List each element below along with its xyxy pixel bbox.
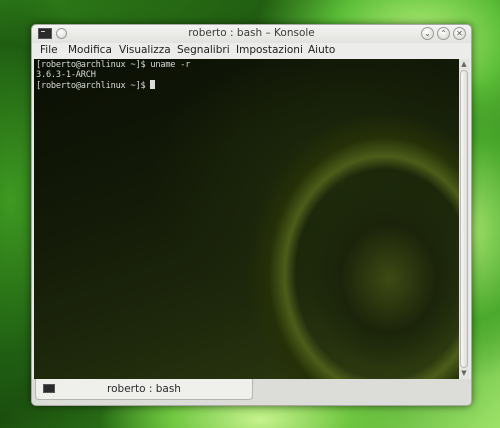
menu-visualizza[interactable]: Visualizza	[119, 44, 171, 56]
close-icon: ✕	[456, 29, 463, 38]
terminal-prompt: [roberto@archlinux ~]$	[36, 81, 151, 91]
minimize-button[interactable]: ⌄	[421, 27, 434, 40]
scroll-up-icon[interactable]: ▲	[460, 60, 468, 68]
vertical-scrollbar[interactable]: ▲ ▼	[459, 59, 469, 379]
tab-label: roberto : bash	[107, 383, 181, 395]
tab-bar: roberto : bash	[32, 379, 471, 405]
maximize-button[interactable]: ⌃	[437, 27, 450, 40]
terminal-line: [roberto@archlinux ~]$ uname -r	[36, 60, 191, 70]
terminal-prompt-line: [roberto@archlinux ~]$	[36, 80, 156, 91]
menu-bar: File Modifica Visualizza Segnalibri Impo…	[32, 43, 471, 59]
terminal-area[interactable]: [roberto@archlinux ~]$ uname -r 3.6.3-1-…	[34, 59, 459, 379]
menu-impostazioni[interactable]: Impostazioni	[236, 44, 303, 56]
tab-roberto-bash[interactable]: roberto : bash	[35, 379, 253, 400]
menu-modifica[interactable]: Modifica	[68, 44, 112, 56]
terminal-cursor	[150, 80, 156, 89]
title-bar[interactable]: roberto : bash – Konsole ⌄ ⌃ ✕	[32, 25, 471, 43]
menu-segnalibri[interactable]: Segnalibri	[177, 44, 230, 56]
konsole-window: roberto : bash – Konsole ⌄ ⌃ ✕ File Modi…	[31, 24, 472, 406]
close-button[interactable]: ✕	[453, 27, 466, 40]
terminal-line: 3.6.3-1-ARCH	[36, 70, 96, 80]
chevron-up-icon: ⌃	[440, 29, 447, 38]
chevron-down-icon: ⌄	[424, 29, 431, 38]
scroll-down-icon[interactable]: ▼	[460, 369, 468, 377]
menu-file[interactable]: File	[40, 44, 58, 56]
menu-aiuto[interactable]: Aiuto	[308, 44, 335, 56]
window-title: roberto : bash – Konsole	[188, 27, 315, 39]
scrollbar-thumb[interactable]	[460, 70, 468, 368]
